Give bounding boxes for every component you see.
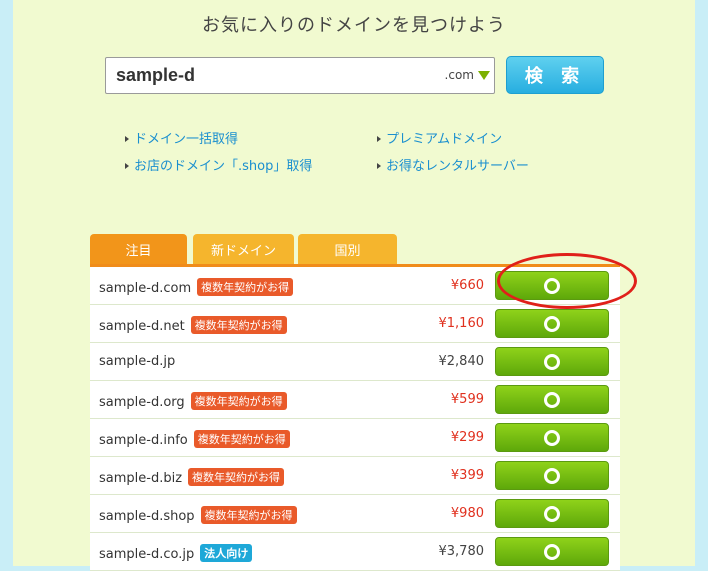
price: ¥399 xyxy=(450,468,484,483)
status-badge: 複数年契約がお得 xyxy=(193,430,290,448)
status-badge: 複数年契約がお得 xyxy=(190,392,287,410)
status-badge: 法人向け xyxy=(200,544,253,562)
circle-icon xyxy=(544,353,560,370)
select-domain-button[interactable] xyxy=(495,499,609,528)
select-domain-button[interactable] xyxy=(495,461,609,490)
table-row: sample-d.jp ¥2,840 xyxy=(90,343,620,381)
chevron-down-icon xyxy=(478,70,490,80)
highlight-circle-annotation xyxy=(497,253,637,309)
triangle-right-icon xyxy=(377,135,381,142)
domain-name: sample-d.net xyxy=(99,319,185,334)
select-domain-button[interactable] xyxy=(495,309,609,338)
table-row: sample-d.shop 複数年契約がお得 ¥980 xyxy=(90,495,620,533)
link-premium-domain[interactable]: プレミアムドメイン xyxy=(377,128,502,147)
price: ¥980 xyxy=(450,506,484,521)
tab-featured[interactable]: 注目 xyxy=(90,234,187,265)
triangle-right-icon xyxy=(125,135,129,142)
status-badge: 複数年契約がお得 xyxy=(197,278,294,296)
search-button[interactable]: 検 索 xyxy=(506,56,604,94)
domain-name: sample-d.com xyxy=(99,281,192,296)
search-input-value[interactable]: sample-d xyxy=(116,65,195,86)
domain-name: sample-d.co.jp xyxy=(99,547,195,562)
tld-selected-value: .com xyxy=(444,68,474,82)
circle-icon xyxy=(544,391,560,408)
domain-name: sample-d.biz xyxy=(99,471,183,486)
table-row: sample-d.net 複数年契約がお得 ¥1,160 xyxy=(90,305,620,343)
search-panel: お気に入りのドメインを見つけよう sample-d .com 検 索 ドメイン一… xyxy=(13,0,695,571)
link-bulk-domain[interactable]: ドメイン一括取得 xyxy=(125,128,238,147)
price: ¥3,780 xyxy=(438,544,485,559)
tab-new-domains[interactable]: 新ドメイン xyxy=(193,234,294,265)
price: ¥660 xyxy=(450,278,484,293)
status-badge: 複数年契約がお得 xyxy=(188,468,285,486)
price: ¥299 xyxy=(450,430,484,445)
price: ¥2,840 xyxy=(438,354,485,369)
domain-name: sample-d.jp xyxy=(99,354,176,369)
link-rental-server[interactable]: お得なレンタルサーバー xyxy=(377,155,529,174)
price: ¥599 xyxy=(450,392,484,407)
page-title: お気に入りのドメインを見つけよう xyxy=(202,15,506,36)
circle-icon xyxy=(544,543,560,560)
results-table: sample-d.com 複数年契約がお得 ¥660 sample-d.net 複数… xyxy=(90,267,620,571)
tab-country[interactable]: 国別 xyxy=(298,234,397,265)
link-shop-domain[interactable]: お店のドメイン「.shop」取得 xyxy=(125,155,312,174)
status-badge: 複数年契約がお得 xyxy=(190,316,287,334)
triangle-right-icon xyxy=(377,162,381,169)
domain-name: sample-d.shop xyxy=(99,509,195,524)
select-domain-button[interactable] xyxy=(495,385,609,414)
select-domain-button[interactable] xyxy=(495,537,609,566)
circle-icon xyxy=(544,315,560,332)
domain-name: sample-d.org xyxy=(99,395,185,410)
select-domain-button[interactable] xyxy=(495,347,609,376)
table-row: sample-d.info 複数年契約がお得 ¥299 xyxy=(90,419,620,457)
select-domain-button[interactable] xyxy=(495,423,609,452)
table-row: sample-d.org 複数年契約がお得 ¥599 xyxy=(90,381,620,419)
circle-icon xyxy=(544,505,560,522)
circle-icon xyxy=(544,429,560,446)
triangle-right-icon xyxy=(125,162,129,169)
table-row: sample-d.co.jp 法人向け ¥3,780 xyxy=(90,533,620,571)
domain-name: sample-d.info xyxy=(99,433,188,448)
table-row: sample-d.biz 複数年契約がお得 ¥399 xyxy=(90,457,620,495)
circle-icon xyxy=(544,467,560,484)
price: ¥1,160 xyxy=(438,316,485,331)
status-badge: 複数年契約がお得 xyxy=(200,506,297,524)
domain-search-input[interactable]: sample-d .com xyxy=(105,57,495,94)
tld-dropdown[interactable]: .com xyxy=(445,68,490,82)
